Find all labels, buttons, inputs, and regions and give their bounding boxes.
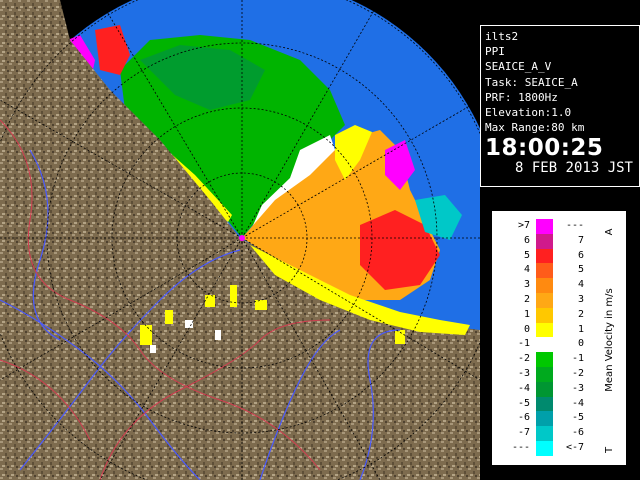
legend-upper-bound: 5	[577, 264, 584, 276]
legend-title: A Mean Velocity in m/s T	[604, 228, 615, 454]
legend-corner-top: A	[604, 228, 615, 235]
legend-upper-bound: <-7	[565, 442, 584, 453]
legend-lower-bound: -1	[517, 338, 530, 350]
legend-color-swatch	[536, 396, 553, 412]
legend-upper-bound: 4	[577, 279, 584, 291]
legend-color-swatch	[536, 337, 553, 353]
legend-color-swatch	[536, 278, 553, 294]
legend-color-swatch	[536, 307, 553, 323]
max-range-value: Max Range:80 km	[485, 121, 585, 135]
legend-upper-bound: -6	[571, 427, 584, 439]
legend-upper-bound: 0	[577, 338, 584, 350]
legend-upper-bound: 2	[577, 308, 584, 320]
legend-color-swatch	[536, 367, 553, 382]
legend-color-swatch	[536, 381, 553, 397]
legend-color-swatch	[536, 263, 553, 279]
legend-color-swatch	[536, 441, 553, 456]
legend-upper-bound: -4	[571, 397, 584, 409]
legend-upper-bound: -1	[571, 353, 584, 365]
product-type: PPI	[485, 45, 505, 59]
legend-lower-bound: 1	[523, 308, 530, 320]
legend-upper-bound: -5	[571, 412, 584, 424]
legend-color-swatch	[536, 411, 553, 427]
legend-upper-bound: 7	[577, 234, 584, 246]
legend-lower-bound: ---	[511, 442, 530, 453]
legend-lower-bound: -4	[517, 382, 530, 394]
legend-lower-bound: -2	[517, 353, 530, 365]
legend-lower-bound: 6	[523, 234, 530, 246]
legend-color-swatch	[536, 219, 553, 234]
legend-corner-bottom: T	[604, 446, 615, 454]
legend-title-text: Mean Velocity in m/s	[604, 288, 615, 391]
prf-value: PRF: 1800Hz	[485, 90, 558, 104]
legend-lower-bound: -5	[517, 397, 530, 409]
field-name: SEAICE_A_V	[485, 60, 552, 74]
station-name: ilts2	[485, 30, 519, 43]
legend-upper-bound: 6	[577, 249, 584, 261]
legend-lower-bound: -6	[517, 412, 530, 424]
legend-lower-bound: 4	[523, 264, 530, 276]
legend-color-swatch	[536, 293, 553, 308]
legend-color-swatch	[536, 248, 553, 264]
legend-lower-bound: >7	[517, 220, 530, 231]
legend-lower-bound: 2	[523, 294, 530, 305]
legend-lower-bound: -7	[517, 427, 530, 439]
legend-color-swatch	[536, 322, 553, 338]
legend-upper-bound: 1	[577, 323, 584, 335]
legend-lower-bound: -3	[517, 368, 530, 379]
observation-date: 8 FEB 2013 JST	[514, 160, 633, 177]
legend-lower-bound: 0	[523, 323, 530, 335]
observation-time: 18:00:25	[485, 135, 604, 162]
legend-upper-bound: 3	[577, 294, 584, 305]
legend-lower-bound: 3	[523, 279, 530, 291]
legend-color-swatch	[536, 352, 553, 368]
legend-color-swatch	[536, 233, 553, 249]
radar-site-marker	[239, 235, 245, 241]
task-name: Task: SEAICE_A	[485, 75, 578, 89]
radar-info-panel: ilts2 PPI SEAICE_A_V Task: SEAICE_A PRF:…	[480, 25, 640, 187]
legend-color-swatch	[536, 426, 553, 442]
radar-ppi-display	[0, 0, 480, 480]
legend-upper-bound: ---	[565, 220, 584, 231]
legend-lower-bound: 5	[523, 249, 530, 261]
legend-upper-bound: -3	[571, 382, 584, 394]
legend-upper-bound: -2	[571, 368, 584, 379]
elevation-value: Elevation:1.0	[485, 106, 572, 120]
